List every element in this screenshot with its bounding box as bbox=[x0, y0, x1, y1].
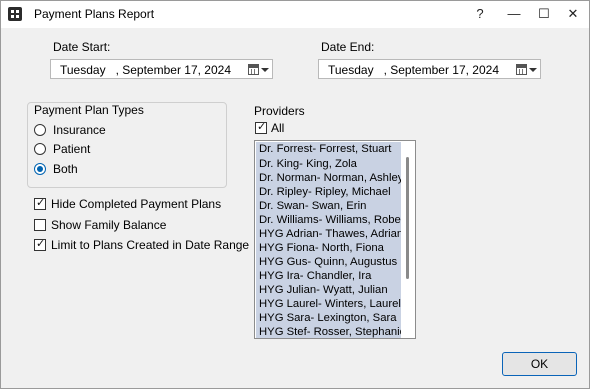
list-item[interactable]: HYG Laurel- Winters, Laurel bbox=[256, 297, 401, 312]
radio-insurance-label[interactable]: Insurance bbox=[53, 123, 106, 137]
payment-plans-report-window: Payment Plans Report ? — ☐ ✕ Date Start:… bbox=[0, 0, 590, 389]
date-end-value: Tuesday , September 17, 2024 bbox=[328, 63, 499, 77]
hide-completed-checkbox[interactable]: ✓ bbox=[34, 197, 46, 210]
calendar-icon[interactable] bbox=[516, 64, 527, 75]
list-item[interactable]: Dr. Forrest- Forrest, Stuart bbox=[256, 142, 401, 157]
list-item[interactable]: Dr. Norman- Norman, Ashley bbox=[256, 171, 401, 186]
show-family-balance-label[interactable]: Show Family Balance bbox=[51, 218, 166, 232]
date-start-value: Tuesday , September 17, 2024 bbox=[60, 63, 231, 77]
date-start-label: Date Start: bbox=[53, 40, 111, 54]
show-family-balance-checkbox[interactable] bbox=[34, 219, 46, 231]
date-end-label: Date End: bbox=[321, 40, 375, 54]
checkmark-icon: ✓ bbox=[36, 197, 46, 209]
radio-both-label[interactable]: Both bbox=[53, 162, 78, 176]
radio-patient-label[interactable]: Patient bbox=[53, 142, 90, 156]
list-item[interactable]: Dr. King- King, Zola bbox=[256, 157, 401, 172]
providers-all-label[interactable]: All bbox=[271, 121, 284, 135]
list-item[interactable]: HYG Julian- Wyatt, Julian bbox=[256, 283, 401, 298]
list-item[interactable]: HYG Stef- Rosser, Stephanie bbox=[256, 325, 401, 338]
list-item[interactable]: Dr. Ripley- Ripley, Michael bbox=[256, 185, 401, 200]
list-item[interactable]: Dr. Williams- Williams, Robe bbox=[256, 213, 401, 228]
calendar-icon[interactable] bbox=[248, 64, 259, 75]
list-item[interactable]: HYG Fiona- North, Fiona bbox=[256, 241, 401, 256]
maximize-button[interactable]: ☐ bbox=[529, 3, 559, 25]
minimize-button[interactable]: — bbox=[499, 3, 529, 25]
ok-button[interactable]: OK bbox=[502, 352, 577, 376]
chevron-down-icon[interactable] bbox=[529, 68, 537, 72]
title-bar: Payment Plans Report ? — ☐ ✕ bbox=[1, 1, 589, 28]
scrollbar-thumb[interactable] bbox=[406, 157, 409, 279]
providers-listbox[interactable]: Dr. Forrest- Forrest, Stuart Dr. King- K… bbox=[254, 140, 416, 339]
providers-all-checkbox[interactable]: ✓ bbox=[255, 121, 267, 134]
chevron-down-icon[interactable] bbox=[261, 68, 269, 72]
checkmark-icon: ✓ bbox=[257, 121, 267, 133]
providers-label: Providers bbox=[254, 104, 305, 118]
list-item[interactable]: HYG Gus- Quinn, Augustus bbox=[256, 255, 401, 270]
radio-both[interactable] bbox=[34, 163, 46, 175]
help-button[interactable]: ? bbox=[465, 3, 495, 25]
radio-patient[interactable] bbox=[34, 143, 46, 155]
radio-insurance[interactable] bbox=[34, 124, 46, 136]
list-item[interactable]: Dr. Swan- Swan, Erin bbox=[256, 199, 401, 214]
window-title: Payment Plans Report bbox=[34, 7, 155, 21]
payment-plan-types-title: Payment Plan Types bbox=[33, 103, 145, 117]
limit-date-range-label[interactable]: Limit to Plans Created in Date Range bbox=[51, 238, 249, 252]
app-grid-icon bbox=[8, 7, 22, 21]
hide-completed-label[interactable]: Hide Completed Payment Plans bbox=[51, 197, 221, 211]
close-button[interactable]: ✕ bbox=[558, 3, 588, 25]
list-item[interactable]: HYG Ira- Chandler, Ira bbox=[256, 269, 401, 284]
list-item[interactable]: HYG Adrian- Thawes, Adrian bbox=[256, 227, 401, 242]
date-end-picker[interactable]: Tuesday , September 17, 2024 bbox=[318, 59, 541, 79]
limit-date-range-checkbox[interactable]: ✓ bbox=[34, 238, 46, 251]
date-start-picker[interactable]: Tuesday , September 17, 2024 bbox=[50, 59, 273, 79]
list-item[interactable]: HYG Sara- Lexington, Sara bbox=[256, 311, 401, 326]
checkmark-icon: ✓ bbox=[36, 238, 46, 250]
